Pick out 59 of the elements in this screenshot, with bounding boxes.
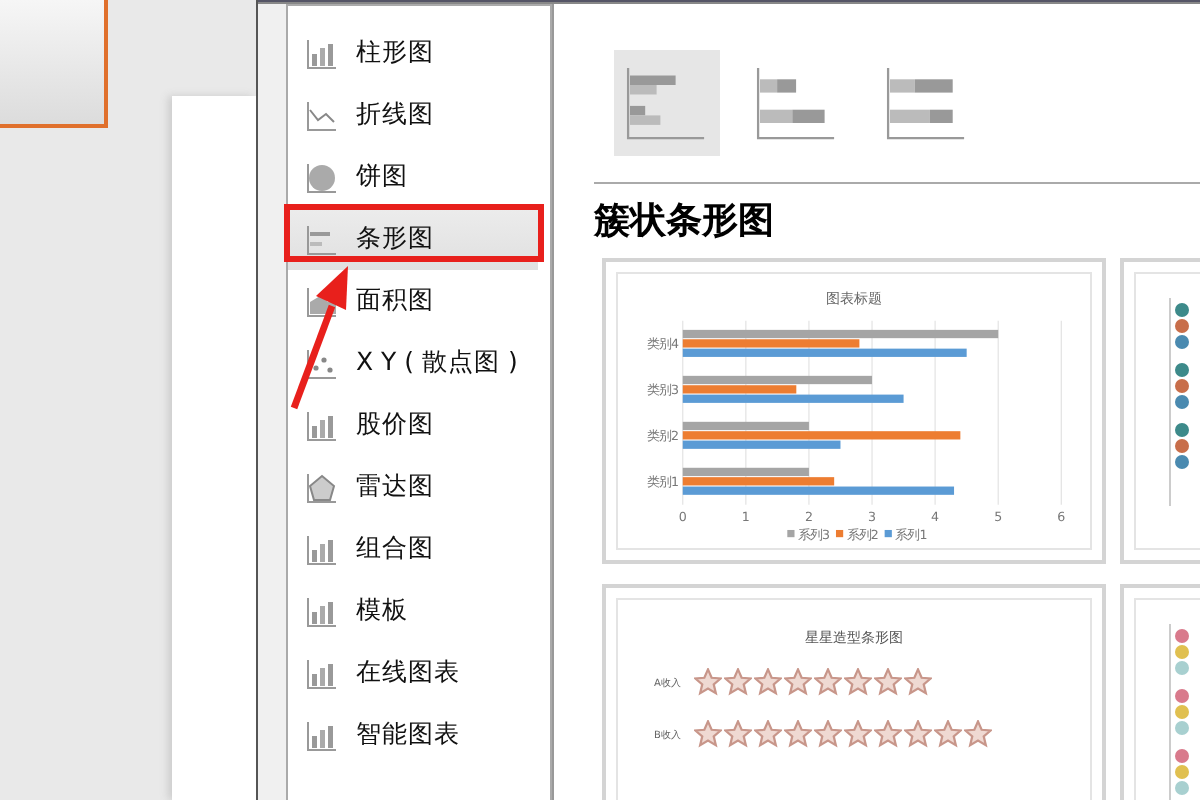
star-icon — [814, 668, 842, 696]
chart-icon — [306, 719, 338, 751]
chart-icon — [306, 37, 338, 69]
chart-icon — [306, 99, 338, 131]
chart-type-item[interactable]: 雷达图 — [288, 456, 538, 518]
chart-title: 图表标题 — [826, 288, 882, 307]
chart-type-label: 条形图 — [356, 222, 434, 256]
star-icon — [874, 668, 902, 696]
chart-type-label: 在线图表 — [356, 656, 460, 690]
chart-type-item[interactable]: 折线图 — [288, 84, 538, 146]
chart-icon — [306, 161, 338, 193]
star-icon — [694, 668, 722, 696]
star-icon — [814, 720, 842, 748]
chart-icon — [306, 471, 338, 503]
star-icon — [904, 668, 932, 696]
star-icon — [934, 720, 962, 748]
chart-type-item[interactable]: 模板 — [288, 580, 538, 642]
chart-type-label: 股价图 — [356, 408, 434, 442]
slide-thumbnail[interactable] — [0, 0, 108, 128]
star-icon — [784, 668, 812, 696]
chart-icon — [306, 595, 338, 627]
star-icon — [724, 668, 752, 696]
star-icon — [964, 720, 992, 748]
chart-type-label: X Y ( 散点图 ) — [356, 346, 518, 380]
chart-type-label: 雷达图 — [356, 470, 434, 504]
star-icon — [754, 668, 782, 696]
chart-type-label: 柱形图 — [356, 36, 434, 70]
chart-icon — [306, 347, 338, 379]
chart-subtype-title: 簇状条形图 — [594, 198, 776, 244]
star-icon — [844, 668, 872, 696]
chart-type-item[interactable]: 智能图表 — [288, 704, 538, 766]
star-icon — [874, 720, 902, 748]
chart-type-label: 面积图 — [356, 284, 434, 318]
pointer-arrow — [290, 266, 348, 410]
chart-icon — [306, 409, 338, 441]
bar-chart-icon — [755, 65, 839, 141]
chart-subtype-button[interactable] — [614, 50, 720, 156]
bar-chart-icon — [625, 65, 709, 141]
bar-chart-icon — [885, 65, 969, 141]
star-icon — [784, 720, 812, 748]
chart-icon — [306, 657, 338, 689]
chart-icon — [306, 223, 338, 255]
chart-type-label: 智能图表 — [356, 718, 460, 752]
chart-type-label: 组合图 — [356, 532, 434, 566]
chart-type-item[interactable]: 股价图 — [288, 394, 538, 456]
star-icon — [694, 720, 722, 748]
chart-type-label: 模板 — [356, 594, 408, 628]
chart-type-item[interactable]: 组合图 — [288, 518, 538, 580]
star-icon — [754, 720, 782, 748]
star-icon — [844, 720, 872, 748]
chart-type-label: 折线图 — [356, 98, 434, 132]
chart-type-label: 饼图 — [356, 160, 408, 194]
star-icon — [904, 720, 932, 748]
chart-type-item[interactable]: 柱形图 — [288, 22, 538, 84]
chart-icon — [306, 533, 338, 565]
star-icon — [724, 720, 752, 748]
chart-type-item[interactable]: 饼图 — [288, 146, 538, 208]
chart-type-item[interactable]: 在线图表 — [288, 642, 538, 704]
chart-type-item[interactable]: X Y ( 散点图 ) — [288, 332, 538, 394]
